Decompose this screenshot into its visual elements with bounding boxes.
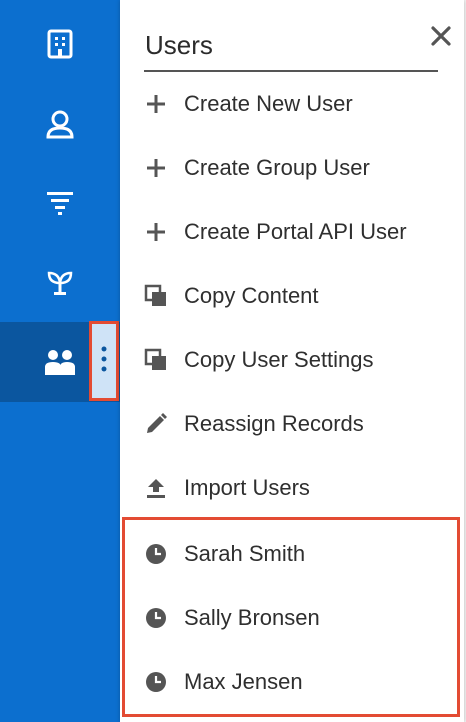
copy-icon: [142, 346, 170, 374]
sidebar-item-accounts[interactable]: [0, 12, 120, 76]
plus-icon: [142, 90, 170, 118]
recent-item-label: Sally Bronsen: [184, 605, 320, 630]
menu-item-label: Import Users: [184, 475, 310, 500]
menu-item-create-group-user[interactable]: Create Group User: [120, 136, 464, 200]
filter-icon: [40, 182, 80, 222]
recent-item-sarah-smith[interactable]: Sarah Smith: [120, 522, 464, 586]
clock-icon: [142, 668, 170, 696]
menu-item-label: Create Portal API User: [184, 219, 407, 244]
close-button[interactable]: [425, 22, 457, 54]
recent-item-sally-bronsen[interactable]: Sally Bronsen: [120, 586, 464, 650]
copy-icon: [142, 282, 170, 310]
menu-item-copy-content[interactable]: Copy Content: [120, 264, 464, 328]
users-icon: [40, 342, 80, 382]
sprout-icon: [40, 262, 80, 302]
menu-item-label: Create New User: [184, 91, 353, 116]
sidebar-item-filter[interactable]: [0, 170, 120, 234]
menu-item-create-new-user[interactable]: Create New User: [120, 72, 464, 136]
vertical-dots-icon: [101, 346, 107, 377]
recent-item-max-jensen[interactable]: Max Jensen: [120, 650, 464, 714]
menu-item-label: Copy User Settings: [184, 347, 374, 372]
recent-item-label: Max Jensen: [184, 669, 303, 694]
clock-icon: [142, 604, 170, 632]
menu-item-label: Reassign Records: [184, 411, 364, 436]
menu-item-create-portal-api-user[interactable]: Create Portal API User: [120, 200, 464, 264]
menu-item-copy-user-settings[interactable]: Copy User Settings: [120, 328, 464, 392]
pencil-icon: [142, 410, 170, 438]
upload-icon: [142, 474, 170, 502]
close-icon: [430, 25, 452, 52]
building-icon: [40, 24, 80, 64]
users-menu-panel: Users Create New User Create Group User …: [120, 0, 464, 722]
module-menu-toggle[interactable]: [89, 321, 119, 401]
plus-icon: [142, 154, 170, 182]
menu-item-import-users[interactable]: Import Users: [120, 456, 464, 520]
plus-icon: [142, 218, 170, 246]
contact-icon: [40, 104, 80, 144]
menu-title: Users: [145, 30, 213, 60]
clock-icon: [142, 540, 170, 568]
menu-item-reassign-records[interactable]: Reassign Records: [120, 392, 464, 456]
sidebar-item-contacts[interactable]: [0, 92, 120, 156]
menu-item-label: Create Group User: [184, 155, 370, 180]
recent-item-label: Sarah Smith: [184, 541, 306, 566]
menu-item-label: Copy Content: [184, 283, 319, 308]
sidebar-item-opportunities[interactable]: [0, 250, 120, 314]
